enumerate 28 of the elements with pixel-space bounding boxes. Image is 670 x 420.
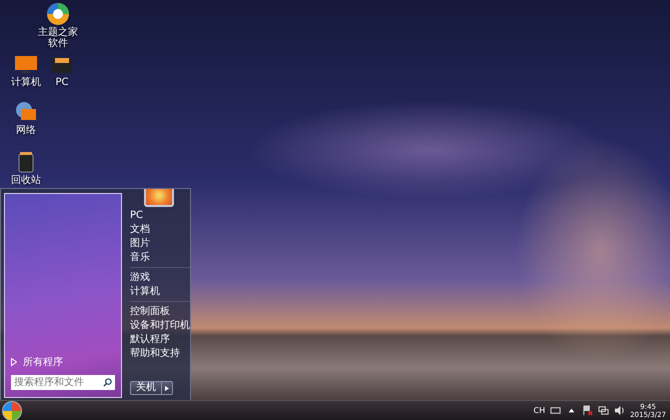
shutdown-button[interactable]: 关机 <box>130 381 162 395</box>
menu-item[interactable]: PC <box>130 209 190 223</box>
network-icon[interactable] <box>598 405 610 416</box>
menu-item[interactable]: 帮助和支持 <box>130 347 190 361</box>
shutdown-options-button[interactable] <box>162 381 173 395</box>
menu-item[interactable]: 游戏 <box>130 271 190 285</box>
icon-label[interactable]: 网络 <box>16 125 36 136</box>
icon-label[interactable]: 计算机 <box>11 77 41 88</box>
menu-item[interactable]: 图片 <box>130 237 190 251</box>
icon-label[interactable]: PC <box>55 77 68 88</box>
menu-item[interactable]: 默认程序 <box>130 333 190 347</box>
flag-icon[interactable] <box>582 405 594 416</box>
icon-label[interactable]: 主题之家软件 <box>35 27 81 49</box>
icon-label[interactable]: 回收站 <box>11 175 41 186</box>
start-button[interactable] <box>2 400 22 420</box>
app-icon <box>46 2 70 26</box>
keyboard-icon[interactable] <box>550 405 562 416</box>
triangle-icon <box>11 358 17 366</box>
all-programs-button[interactable]: 所有程序 <box>5 353 121 371</box>
menu-item[interactable]: 控制面板 <box>130 305 190 319</box>
speaker-icon[interactable] <box>614 405 626 416</box>
menu-item[interactable]: 计算机 <box>130 285 190 299</box>
search-icon <box>103 378 112 387</box>
language-indicator[interactable]: CH <box>533 406 546 415</box>
menu-item[interactable]: 音乐 <box>130 251 190 265</box>
menu-item[interactable]: 设备和打印机 <box>130 319 190 333</box>
menu-item[interactable]: 文档 <box>130 223 190 237</box>
caret-icon <box>165 386 169 390</box>
